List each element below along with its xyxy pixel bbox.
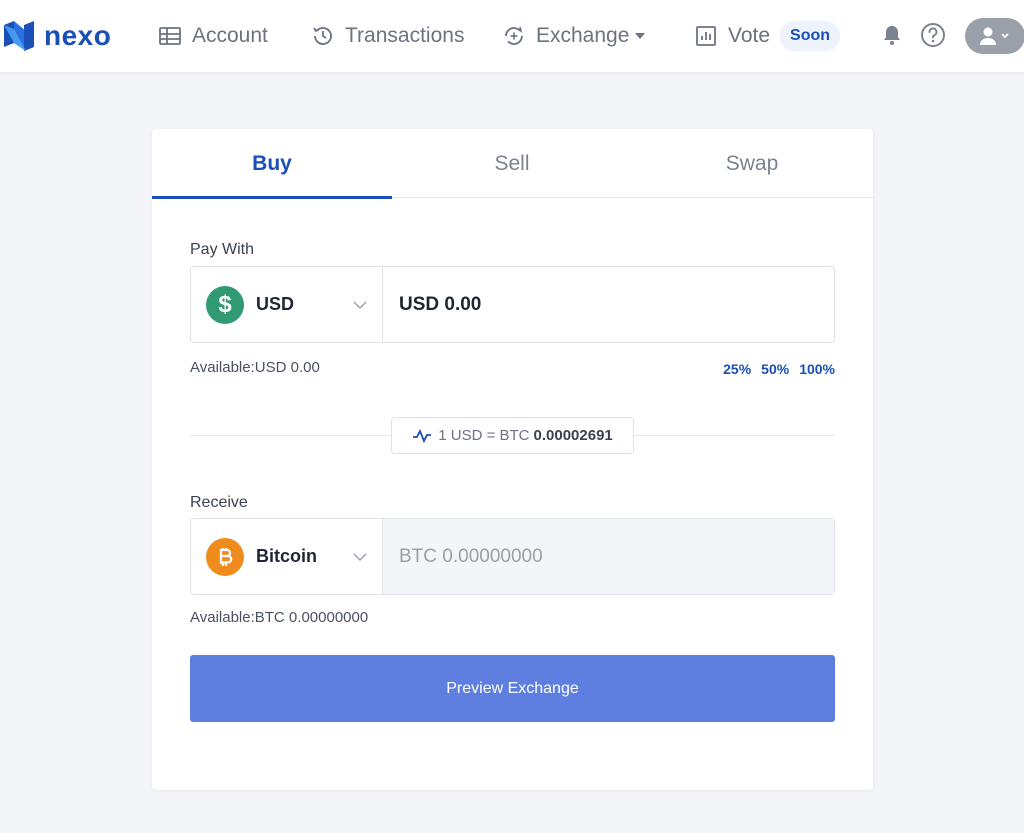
nav-transactions-label: Transactions <box>345 24 465 47</box>
top-nav: nexo Account Transactions Exchange Vote … <box>0 0 1024 72</box>
tab-sell[interactable]: Sell <box>392 129 632 198</box>
nav-vote-label: Vote <box>728 24 771 47</box>
nav-transactions[interactable]: Transactions <box>311 20 464 52</box>
brand-name: nexo <box>44 20 112 51</box>
pay-currency-select[interactable]: $ USD <box>191 267 383 342</box>
receive-amount-input: BTC 0.00000000 <box>383 519 834 594</box>
pct-50-button[interactable]: 50% <box>761 361 789 377</box>
chevron-down-icon <box>353 301 367 310</box>
pulse-icon <box>413 428 432 443</box>
help-icon <box>921 23 945 47</box>
chevron-down-icon <box>353 553 367 562</box>
nav-vote[interactable]: Vote Soon <box>694 20 841 52</box>
notifications-button[interactable] <box>879 22 905 48</box>
receive-available: Available:BTC 0.00000000 <box>190 609 369 626</box>
receive-currency-name: Bitcoin <box>256 546 317 566</box>
rate-value: 0.00002691 <box>533 427 613 444</box>
soon-badge: Soon <box>780 21 841 51</box>
pay-amount-input[interactable]: USD 0.00 <box>383 267 834 342</box>
exchange-rate: 1 USD = BTC 0.00002691 <box>391 417 634 454</box>
exchange-card: Buy Sell Swap Pay With $ USD USD 0.00 Av… <box>152 129 873 790</box>
preview-exchange-button[interactable]: Preview Exchange <box>190 655 835 722</box>
tab-buy[interactable]: Buy <box>152 129 392 199</box>
caret-down-icon <box>635 33 646 39</box>
table-icon <box>159 27 181 45</box>
exchange-tabs: Buy Sell Swap <box>152 129 873 199</box>
history-icon <box>313 27 332 45</box>
nexo-logo[interactable]: nexo <box>2 20 111 52</box>
help-button[interactable] <box>920 22 946 48</box>
pay-currency-name: USD <box>256 294 295 314</box>
usd-coin-icon: $ <box>206 285 244 324</box>
nav-account[interactable]: Account <box>158 20 268 52</box>
pct-100-button[interactable]: 100% <box>799 361 835 377</box>
pay-available: Available:USD 0.00 <box>190 359 320 376</box>
pay-with-label: Pay With <box>190 241 255 258</box>
nav-exchange-label: Exchange <box>536 24 630 47</box>
nav-exchange[interactable]: Exchange <box>502 20 646 52</box>
tab-swap[interactable]: Swap <box>632 129 872 198</box>
pct-25-button[interactable]: 25% <box>723 361 751 377</box>
chart-icon <box>696 26 716 46</box>
receive-field: Bitcoin BTC 0.00000000 <box>190 518 835 595</box>
bitcoin-coin-icon <box>206 537 244 576</box>
user-menu-button[interactable] <box>965 18 1024 54</box>
receive-label: Receive <box>190 494 248 511</box>
exchange-icon <box>505 26 523 45</box>
nexo-logo-icon <box>4 21 34 51</box>
pay-field: $ USD USD 0.00 <box>190 266 835 343</box>
bell-icon <box>884 26 900 45</box>
nav-account-label: Account <box>192 24 268 47</box>
percentage-buttons: 25% 50% 100% <box>723 361 835 377</box>
receive-currency-select[interactable]: Bitcoin <box>191 519 383 594</box>
rate-prefix: 1 USD = BTC <box>438 427 530 444</box>
bitcoin-icon <box>219 547 233 566</box>
user-icon <box>980 27 1009 45</box>
